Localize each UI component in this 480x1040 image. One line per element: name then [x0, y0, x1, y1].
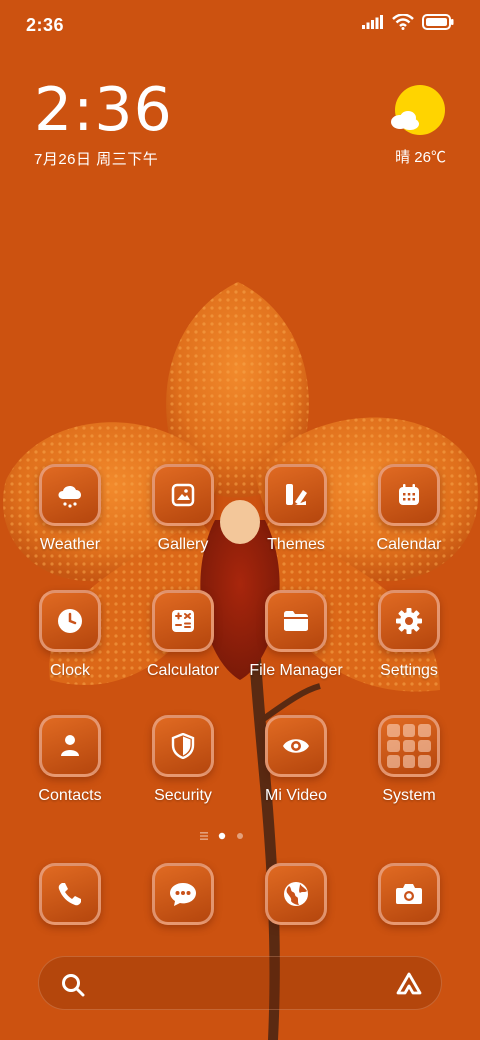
- themes-icon: [286, 484, 307, 505]
- app-label: Calculator: [146, 662, 220, 679]
- weather-cloud-icon: [58, 485, 82, 508]
- app-tile[interactable]: [39, 715, 101, 777]
- app-calendar[interactable]: Calendar: [353, 464, 465, 554]
- app-tile[interactable]: [265, 590, 327, 652]
- dock-camera[interactable]: [353, 863, 465, 925]
- search-icon[interactable]: [61, 973, 85, 997]
- weather-text: 晴 26℃: [395, 149, 446, 166]
- app-themes[interactable]: Themes: [240, 464, 352, 554]
- app-label: Themes: [267, 536, 325, 553]
- app-label: Clock: [49, 662, 90, 679]
- eye-icon: [283, 739, 309, 753]
- app-label: File Manager: [249, 662, 343, 679]
- app-label: Settings: [380, 662, 438, 679]
- widget-time: 2:36: [34, 75, 173, 145]
- calculator-icon: [172, 610, 194, 632]
- dock-phone[interactable]: [14, 863, 126, 925]
- app-tile[interactable]: [152, 464, 214, 526]
- app-tile[interactable]: [39, 464, 101, 526]
- app-label: Weather: [39, 536, 101, 553]
- app-tile[interactable]: [265, 863, 327, 925]
- app-tile[interactable]: [378, 590, 440, 652]
- gallery-icon: [171, 483, 195, 507]
- app-calculator[interactable]: Calculator: [127, 590, 239, 680]
- assistant-icon[interactable]: [395, 971, 423, 997]
- menu-lines-icon: [200, 832, 208, 840]
- wifi-icon: [392, 14, 414, 30]
- app-label: Gallery: [157, 536, 209, 553]
- app-tile[interactable]: [152, 590, 214, 652]
- app-tile[interactable]: [152, 863, 214, 925]
- app-tile[interactable]: [265, 464, 327, 526]
- app-tile[interactable]: [265, 715, 327, 777]
- gear-icon: [396, 608, 422, 634]
- search-bar[interactable]: [38, 956, 442, 1010]
- message-icon: [170, 883, 196, 906]
- app-tile[interactable]: [39, 863, 101, 925]
- app-label: Mi Video: [265, 787, 327, 804]
- widget-date: 7月26日 周三下午: [34, 151, 159, 168]
- contact-icon: [61, 735, 79, 756]
- folder-icon: [284, 611, 308, 631]
- battery-icon: [422, 14, 454, 30]
- clock-widget[interactable]: 2:36 7月26日 周三下午: [34, 78, 173, 169]
- app-label: Contacts: [38, 787, 102, 804]
- app-system-folder[interactable]: System: [353, 715, 465, 805]
- page-dot: [237, 833, 243, 839]
- app-tile[interactable]: [378, 863, 440, 925]
- app-file-manager[interactable]: File Manager: [240, 590, 352, 680]
- app-weather[interactable]: Weather: [14, 464, 126, 554]
- folder-grid: [387, 724, 431, 768]
- status-time: 2:36: [26, 15, 65, 35]
- dock-messages[interactable]: [127, 863, 239, 925]
- shield-icon: [171, 733, 195, 759]
- app-tile[interactable]: [152, 715, 214, 777]
- app-clock[interactable]: Clock: [14, 590, 126, 680]
- camera-icon: [396, 884, 422, 904]
- app-label: System: [382, 787, 436, 804]
- page-indicator[interactable]: [200, 830, 280, 842]
- status-icons: [362, 14, 454, 30]
- app-tile[interactable]: [378, 464, 440, 526]
- app-label: Calendar: [376, 536, 442, 553]
- clock-icon: [58, 609, 82, 633]
- sunny-cloud-icon: [391, 85, 445, 135]
- status-bar: 2:36: [0, 0, 480, 50]
- browser-icon: [284, 882, 308, 906]
- app-contacts[interactable]: Contacts: [14, 715, 126, 805]
- calendar-icon: [399, 484, 419, 505]
- weather-widget[interactable]: 晴 26℃: [336, 84, 446, 174]
- signal-icon: [362, 15, 383, 29]
- app-label: Security: [154, 787, 212, 804]
- folder-grid-icon[interactable]: [378, 715, 440, 777]
- app-settings[interactable]: Settings: [353, 590, 465, 680]
- dock-browser[interactable]: [240, 863, 352, 925]
- page-dot-active: [218, 832, 226, 840]
- phone-icon: [58, 883, 81, 906]
- app-gallery[interactable]: Gallery: [127, 464, 239, 554]
- app-tile[interactable]: [39, 590, 101, 652]
- app-mi-video[interactable]: Mi Video: [240, 715, 352, 805]
- app-security[interactable]: Security: [127, 715, 239, 805]
